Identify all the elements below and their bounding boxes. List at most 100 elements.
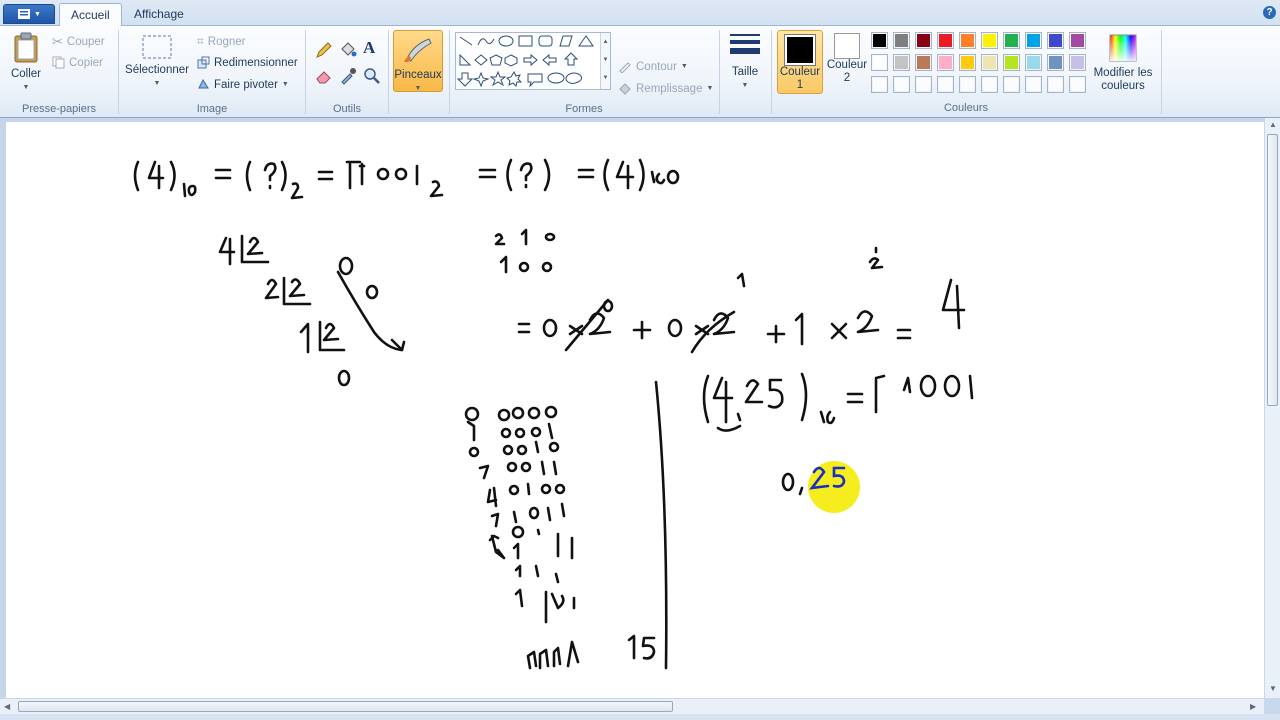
palette-swatch[interactable] [937,32,954,49]
color2-button[interactable]: Couleur 2 [825,33,869,85]
pencil-icon[interactable] [314,40,334,60]
palette-swatch-empty[interactable] [1047,76,1064,93]
scroll-down-icon[interactable]: ▼ [1269,684,1277,693]
chevron-down-icon: ▼ [706,85,714,92]
swatch-color [1071,78,1084,91]
swatch-color [1027,56,1040,69]
horizontal-scrollbar[interactable]: ◀ ▶ [0,698,1264,714]
palette-swatch-empty[interactable] [959,76,976,93]
palette-swatch[interactable] [1025,32,1042,49]
brush-icon [404,38,432,63]
swatch-color [1005,56,1018,69]
fill-bucket-icon[interactable] [338,40,358,60]
palette-swatch[interactable] [937,54,954,71]
magnifier-icon[interactable] [362,66,382,86]
palette-swatch[interactable] [871,32,888,49]
palette-swatch-empty[interactable] [871,76,888,93]
palette-swatch[interactable] [1003,32,1020,49]
swatch-color [917,34,930,47]
size-button[interactable]: Taille ▼ [724,32,766,92]
outline-button[interactable]: Contour ▼ [618,60,688,73]
color-picker-icon[interactable] [338,66,358,86]
swatch-color [873,78,886,91]
eraser-icon[interactable] [314,66,334,86]
help-icon[interactable]: ? [1263,6,1276,19]
palette-swatch[interactable] [1025,54,1042,71]
color2-num: 2 [843,72,851,84]
palette-swatch-empty[interactable] [937,76,954,93]
palette-swatch[interactable] [1047,32,1064,49]
chevron-down-icon: ▼ [153,80,161,87]
drawing-canvas[interactable] [6,122,1264,698]
palette-swatch[interactable] [915,54,932,71]
edit-colors-button[interactable]: Modifier les couleurs [1092,33,1154,93]
chevron-down-icon: ▼ [281,81,289,88]
palette-swatch[interactable] [1003,54,1020,71]
crop-label: Rogner [207,35,246,48]
divider [1161,30,1162,114]
clipboard-group-label: Presse-papiers [22,103,96,115]
scroll-left-icon[interactable]: ◀ [4,702,10,711]
shapes-gallery[interactable]: ▲ ▼ ▼ [455,32,611,90]
palette-swatch-empty[interactable] [893,76,910,93]
palette-swatch[interactable] [1069,32,1086,49]
color1-button[interactable]: Couleur 1 [777,30,823,94]
resize-button[interactable]: Redimensionner [197,56,298,69]
brushes-label: Pinceaux [394,69,442,81]
palette-swatch[interactable] [893,32,910,49]
palette-swatch[interactable] [959,32,976,49]
palette-swatch[interactable] [915,32,932,49]
crop-button[interactable]: ⌗ Rogner [197,34,245,49]
palette-swatch-empty[interactable] [981,76,998,93]
tab-view[interactable]: Affichage [123,3,195,26]
color1-num: 1 [796,79,804,91]
chevron-down-icon: ▼ [741,82,749,89]
rotate-icon [198,78,209,89]
swatch-color [895,34,908,47]
scissors-icon: ✂ [52,34,63,49]
paste-label: Coller [10,68,42,80]
swatch-color [961,56,974,69]
swatch-color [983,56,996,69]
palette-swatch[interactable] [981,54,998,71]
vertical-scrollbar[interactable]: ▲ ▼ [1264,118,1280,698]
palette-swatch[interactable] [1047,54,1064,71]
palette-swatch[interactable] [893,54,910,71]
vertical-scroll-thumb[interactable] [1267,134,1278,406]
palette-swatch[interactable] [1069,54,1086,71]
swatch-color [895,56,908,69]
horizontal-scroll-thumb[interactable] [18,701,673,712]
shapes-scroll[interactable]: ▲ ▼ ▼ [600,33,610,89]
palette-swatch-empty[interactable] [1069,76,1086,93]
chevron-down-icon: ▼ [34,10,41,18]
scroll-up-icon[interactable]: ▲ [1269,120,1277,129]
rotate-button[interactable]: Faire pivoter ▼ [197,78,289,91]
select-button[interactable]: Sélectionner ▼ [123,34,191,90]
swatch-color [1005,78,1018,91]
tab-home[interactable]: Accueil [59,3,122,27]
palette-swatch-empty[interactable] [915,76,932,93]
palette-swatch[interactable] [959,54,976,71]
shapes-gallery-icons [456,35,594,88]
shapes-group-label: Formes [565,103,603,115]
swatch-color [1049,56,1062,69]
swatch-color [1049,34,1062,47]
paint-menu-button[interactable]: ▼ [3,4,55,24]
color1-swatch [784,34,816,66]
cut-button[interactable]: ✂ Couper [52,34,105,50]
palette-swatch[interactable] [871,54,888,71]
text-tool-icon[interactable]: A [363,38,375,58]
paste-button[interactable]: Coller ▼ [6,32,46,94]
palette-swatch-empty[interactable] [1003,76,1020,93]
color-palette [871,32,1091,98]
brushes-button[interactable]: Pinceaux ▼ [393,30,443,92]
fill-button[interactable]: Remplissage ▼ [618,82,713,95]
resize-label: Redimensionner [214,56,298,69]
copy-button[interactable]: Copier [52,56,103,69]
scroll-right-icon[interactable]: ▶ [1250,702,1256,711]
outline-icon [619,62,631,73]
fill-icon [619,83,631,95]
clipboard-icon [14,32,38,63]
palette-swatch[interactable] [981,32,998,49]
palette-swatch-empty[interactable] [1025,76,1042,93]
